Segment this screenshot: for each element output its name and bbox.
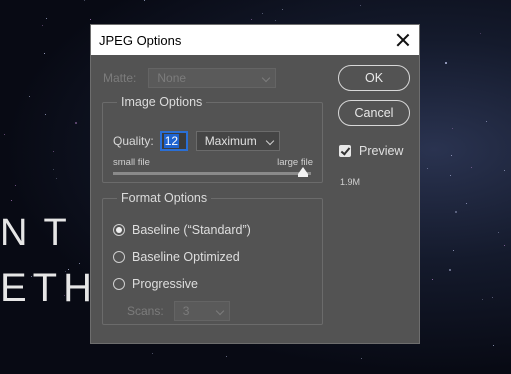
scans-select: 3 [173,301,230,321]
matte-label: Matte: [103,71,137,85]
chevron-down-icon [262,73,271,83]
radio-label: Baseline (“Standard”) [132,223,251,237]
radio-progressive[interactable]: Progressive [113,277,198,291]
matte-select-value: None [157,71,187,85]
quality-slider-track[interactable] [113,167,311,177]
radio-button-icon[interactable] [113,251,125,263]
matte-select: None [148,68,277,88]
radio-button-icon[interactable] [113,278,125,290]
radio-button-icon[interactable] [113,224,125,236]
star [144,0,146,1]
star [470,167,472,169]
quality-label: Quality: [113,134,154,148]
scans-row: Scans: 3 [127,301,230,321]
star [360,357,362,359]
quality-input[interactable]: 12 [159,131,188,151]
preview-label: Preview [359,144,404,158]
quality-preset-value: Maximum [204,134,257,148]
star [453,249,455,251]
scans-label: Scans: [127,304,164,318]
star [3,133,5,135]
jpeg-options-dialog: JPEG Options Matte: None Image Options Q… [90,24,420,344]
star [10,199,12,201]
dialog-titlebar[interactable]: JPEG Options [91,25,419,55]
star [450,154,452,156]
star [431,279,433,281]
radio-baseline-optimized[interactable]: Baseline Optimized [113,250,240,264]
star [282,8,284,10]
star [445,62,448,65]
star [78,263,80,265]
star [504,169,506,171]
scans-select-value: 3 [182,304,190,318]
star [491,297,493,299]
image-options-legend: Image Options [121,95,203,109]
star [74,122,77,125]
matte-row: Matte: None [103,68,277,88]
star [28,95,30,97]
star [261,13,263,15]
quality-slider-thumb[interactable] [298,167,309,177]
star [498,231,500,233]
star [450,175,452,177]
preview-checkbox-row[interactable]: Preview [339,144,403,158]
preview-checkbox[interactable] [339,145,351,157]
star [83,0,85,2]
file-size-readout: 1.9M [340,177,361,187]
star [55,177,57,179]
star [14,184,16,186]
close-icon[interactable] [395,32,411,48]
dialog-title: JPEG Options [99,32,182,48]
star [481,298,483,300]
format-options-legend: Format Options [121,191,208,205]
star [480,33,482,35]
chevron-down-icon [215,306,224,316]
star [226,355,228,357]
radio-label: Baseline Optimized [132,250,240,264]
slider-min-label: small file [113,157,150,168]
star [275,19,277,21]
star [486,120,488,122]
star [359,5,361,6]
format-options-group: Format Options Baseline (“Standard”) Bas… [102,191,323,325]
radio-label: Progressive [132,277,198,291]
star [89,18,91,20]
quality-row: Quality: 12 Maximum [113,131,280,151]
star [449,268,452,271]
star [44,52,46,54]
radio-baseline-standard[interactable]: Baseline (“Standard”) [113,223,251,237]
chevron-down-icon [265,136,274,146]
quality-input-value: 12 [163,134,180,148]
cancel-button[interactable]: Cancel [338,100,410,126]
star [465,202,467,204]
quality-preset-select[interactable]: Maximum [195,131,280,151]
star [52,168,54,170]
star [42,25,44,27]
star [504,245,506,247]
star [44,113,46,115]
star [492,344,494,346]
ok-button[interactable]: OK [338,65,410,91]
star [426,167,428,169]
quality-slider-labels: small file large file [113,157,313,168]
star [251,19,253,21]
star [45,17,47,19]
star [53,150,55,152]
star [452,128,454,130]
star [455,211,458,214]
star [152,352,154,354]
image-options-group: Image Options Quality: 12 Maximum small … [102,95,323,183]
